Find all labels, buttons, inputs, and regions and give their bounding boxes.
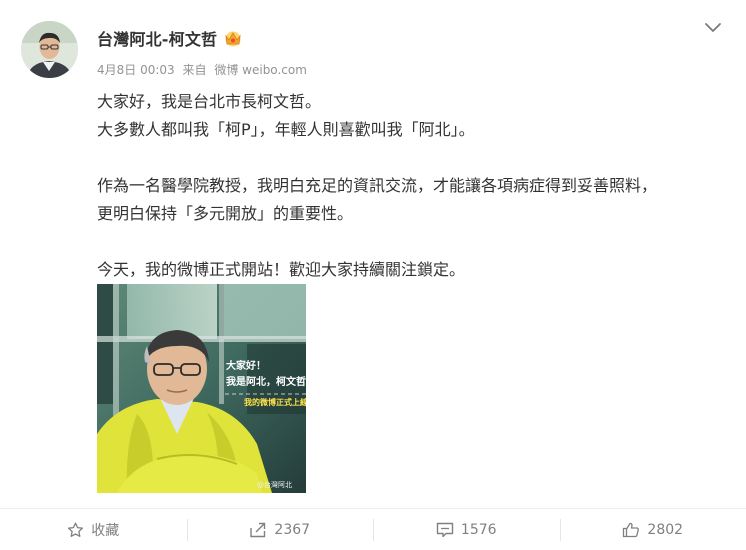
avatar[interactable] xyxy=(21,21,78,78)
action-bar: 收藏 2367 1576 2802 xyxy=(0,509,746,550)
post-text-line: 大家好，我是台北市長柯文哲。 xyxy=(97,92,322,111)
post-meta: 4月8日 00:03 来自 微博 weibo.com xyxy=(97,61,311,78)
weibo-post-card: 台灣阿北-柯文哲 4月8日 00:03 来自 微博 weibo.com 大家好，… xyxy=(0,0,746,550)
comment-button[interactable]: 1576 xyxy=(373,509,560,550)
post-text-line: 大多數人都叫我「柯P」，年輕人則喜歡叫我「阿北」。 xyxy=(97,120,475,139)
comment-count: 1576 xyxy=(460,521,497,538)
image-caption-line3: 我的微博正式上線 xyxy=(244,398,306,407)
image-caption-line1: 大家好！ xyxy=(226,361,266,372)
post-text-line: 今天，我的微博正式開站！歡迎大家持續關注鎖定。 xyxy=(97,260,466,279)
author-name[interactable]: 台灣阿北-柯文哲 xyxy=(97,26,217,50)
post-image[interactable]: 大家好！ 我是阿北，柯文哲 我的微博正式上線 @台灣阿北 xyxy=(97,284,306,493)
image-watermark: @台灣阿北 xyxy=(257,481,292,489)
chevron-down-icon[interactable] xyxy=(704,20,722,34)
crown-badge-icon[interactable] xyxy=(223,29,243,47)
repost-button[interactable]: 2367 xyxy=(186,509,374,550)
thumbs-up-icon xyxy=(623,522,640,537)
comment-icon xyxy=(436,522,454,537)
star-icon xyxy=(68,522,84,537)
post-text: 大家好，我是台北市長柯文哲。 大多數人都叫我「柯P」，年輕人則喜歡叫我「阿北」。… xyxy=(97,88,717,284)
repost-icon xyxy=(250,522,266,537)
author-row: 台灣阿北-柯文哲 xyxy=(97,26,243,50)
favorite-button[interactable]: 收藏 xyxy=(0,509,187,550)
post-text-line: 更明白保持「多元開放」的重要性。 xyxy=(97,204,354,223)
like-count: 2802 xyxy=(647,521,684,538)
like-button[interactable]: 2802 xyxy=(559,509,746,550)
image-caption-line2: 我是阿北，柯文哲 xyxy=(226,377,306,388)
post-source[interactable]: 微博 weibo.com xyxy=(214,63,307,77)
favorite-label: 收藏 xyxy=(91,522,120,539)
source-prefix: 来自 xyxy=(182,63,207,77)
post-text-line: 作為一名醫學院教授，我明白充足的資訊交流，才能讓各項病症得到妥善照料， xyxy=(97,176,658,195)
repost-count: 2367 xyxy=(274,521,311,538)
post-date[interactable]: 4月8日 00:03 xyxy=(97,63,175,77)
